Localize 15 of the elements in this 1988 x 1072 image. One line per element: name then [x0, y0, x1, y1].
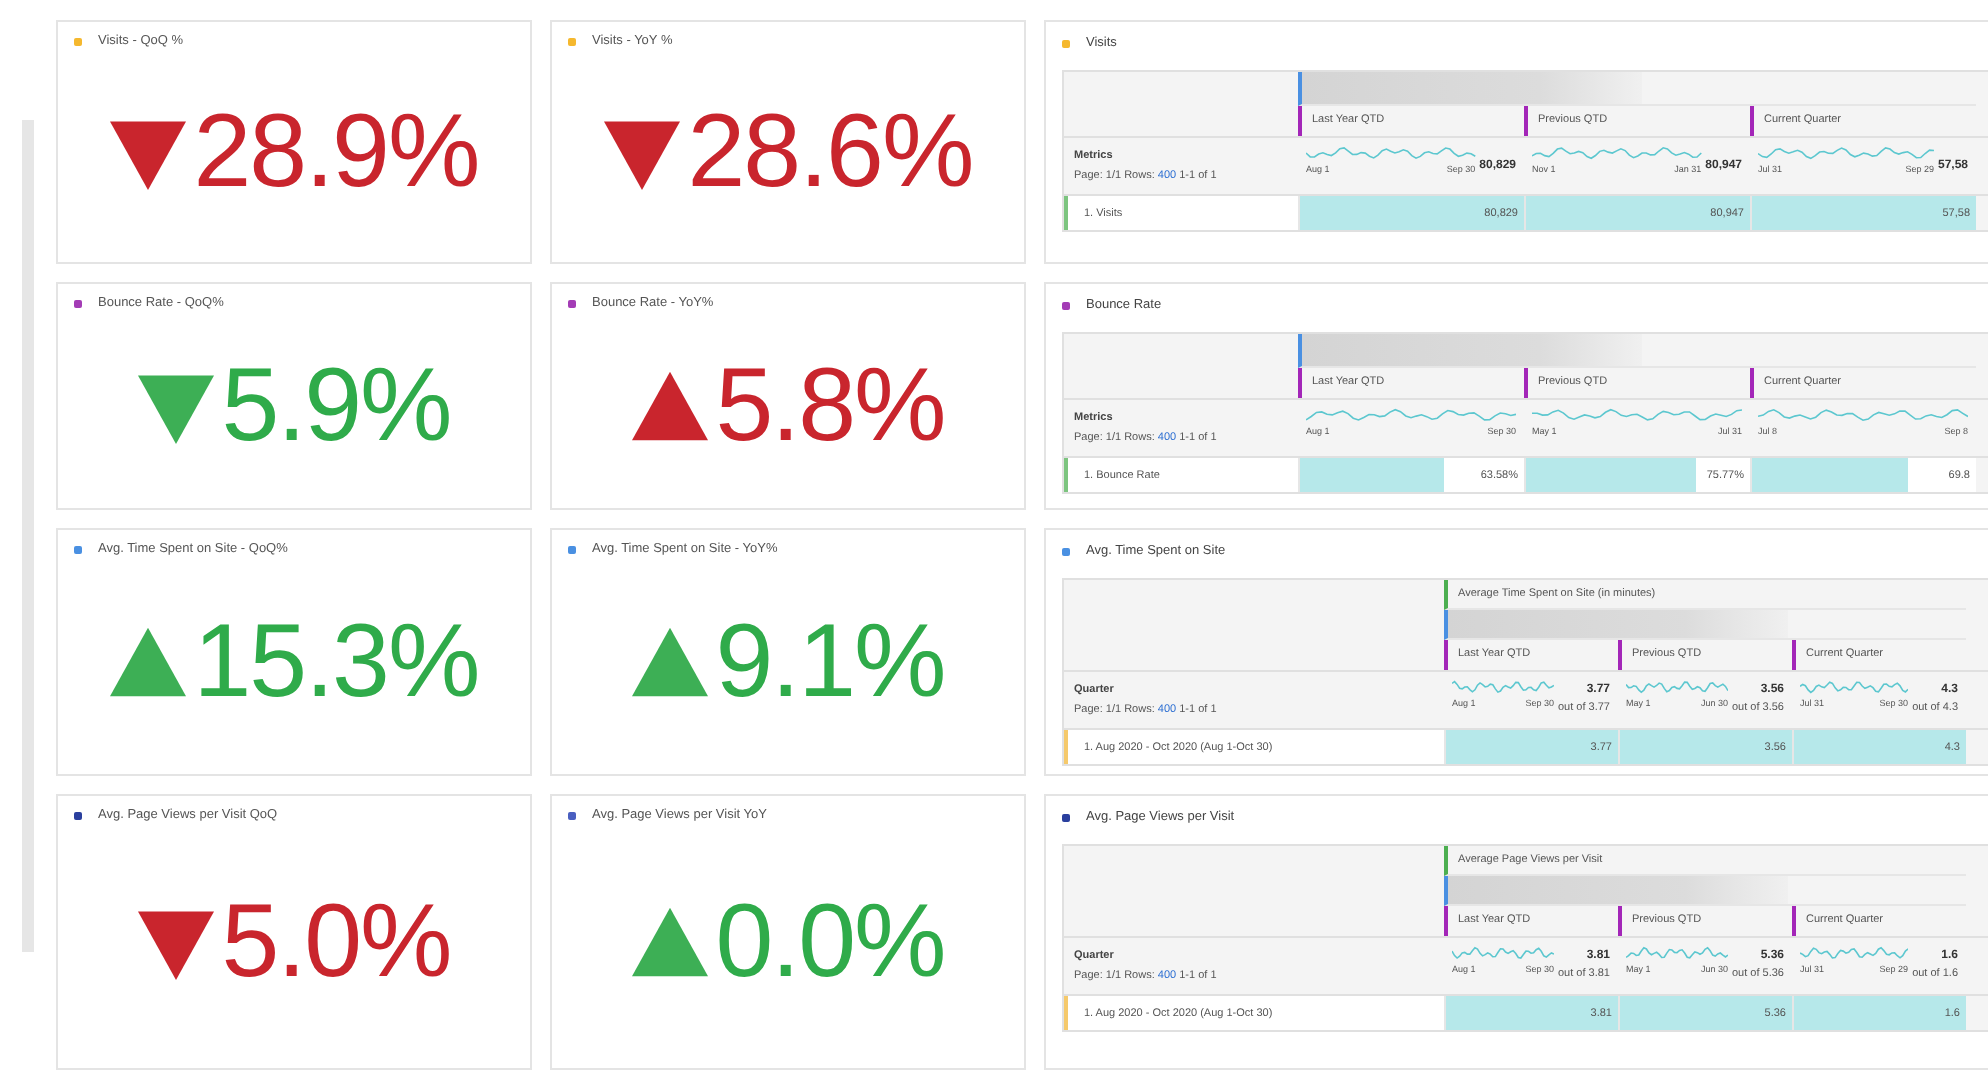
sparkline	[1800, 943, 1909, 962]
kpi-value: 5.0%	[221, 889, 451, 994]
sparkline	[1452, 943, 1554, 962]
sparkline	[1626, 677, 1728, 696]
kpi-value: 28.6%	[687, 99, 973, 204]
kpi-value: 15.3%	[193, 609, 479, 714]
sparkline	[1452, 677, 1554, 696]
kpi-value: 9.1%	[715, 609, 945, 714]
sparkline	[1626, 943, 1728, 962]
kpi-value: 28.9%	[193, 99, 479, 204]
scrollbar[interactable]	[22, 120, 34, 952]
kpi-value: 5.9%	[221, 353, 451, 458]
sparkline	[1800, 677, 1909, 696]
kpi-value: 0.0%	[715, 889, 945, 994]
kpi-value: 5.8%	[715, 353, 945, 458]
